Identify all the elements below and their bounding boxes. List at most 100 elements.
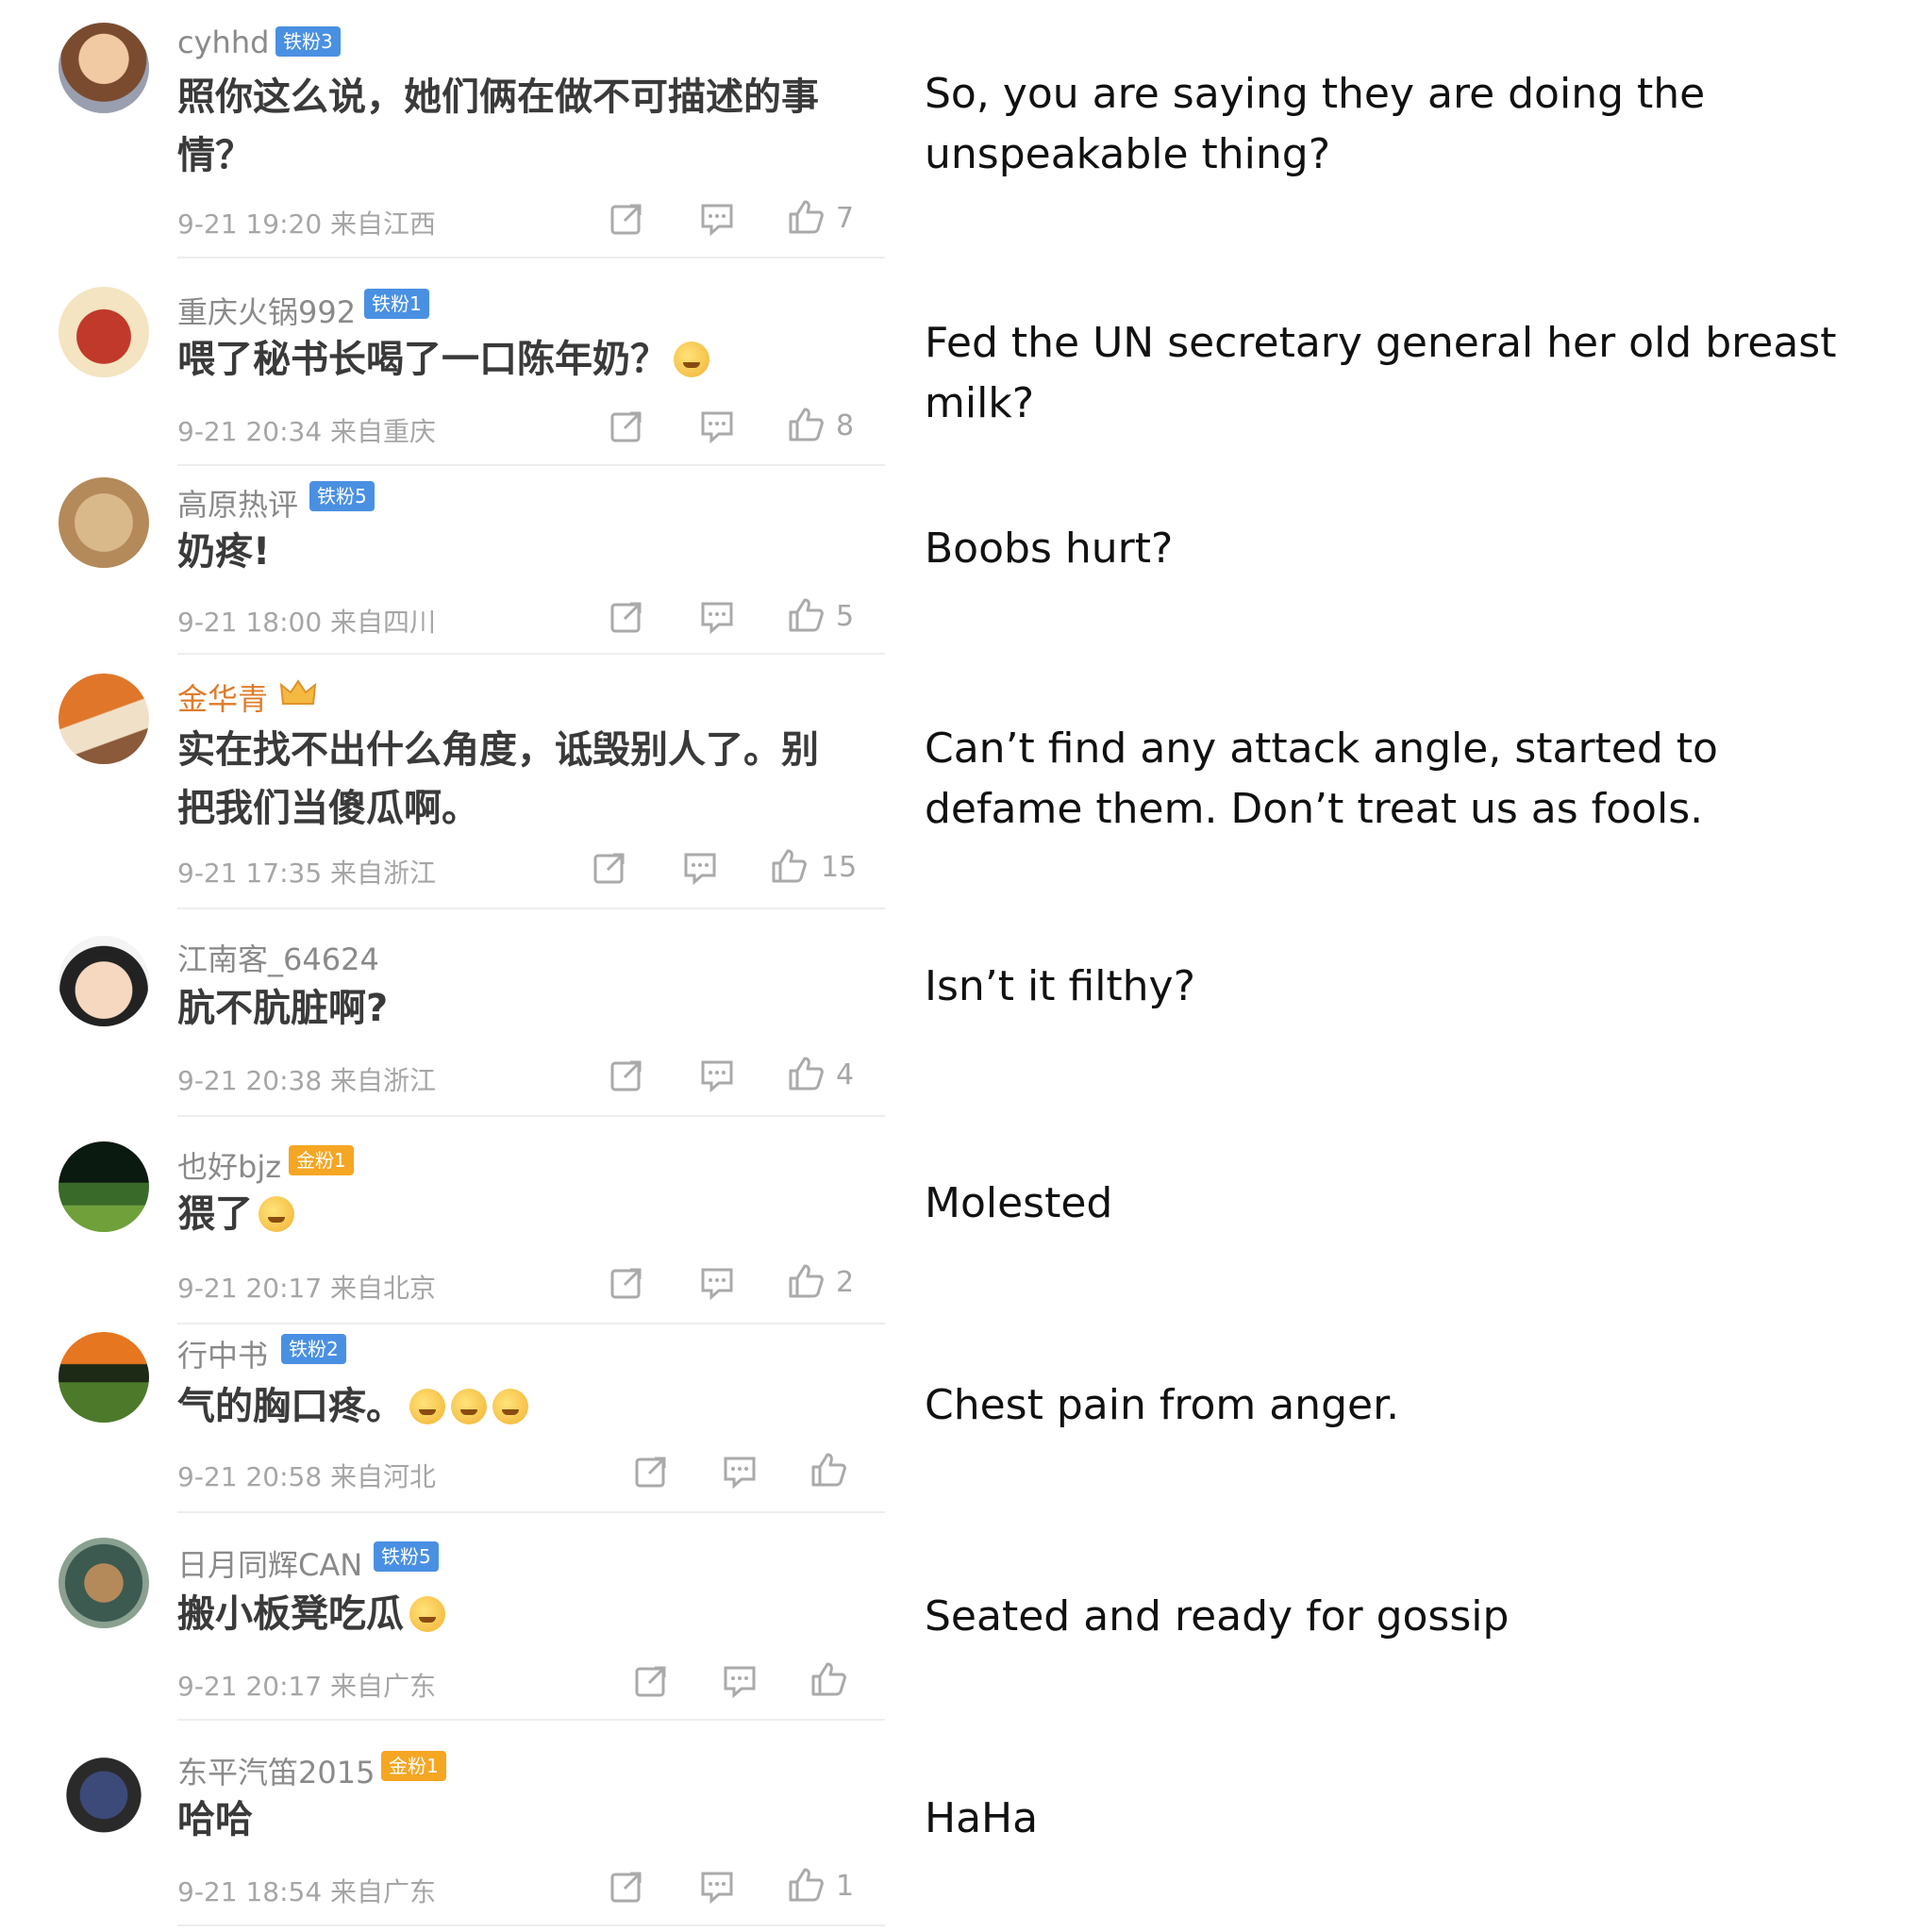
avatar[interactable] [58,674,149,764]
like-count: 8 [836,409,855,442]
share-icon[interactable] [608,200,645,238]
fan-badge: 金粉1 [289,1145,354,1175]
like-count: 2 [836,1266,855,1299]
like-count: 7 [836,202,855,235]
comment-item: 行中书 铁粉2 气的胸口疼。 9-21 20:58 来自河北 Chest pai… [0,1330,1919,1528]
username[interactable]: cyhhd [177,25,269,60]
comment-icon[interactable] [681,849,719,887]
share-icon[interactable] [608,408,645,445]
comment-meta: 9-21 20:58 来自河北 [177,1461,437,1492]
comment-item: 金华青 实在找不出什么角度，诋毁别人了。别把我们当傻瓜啊。 9-21 17:35… [0,660,1919,915]
username[interactable]: 日月同辉CAN [177,1541,362,1585]
comment-item: 江南客_64624 肮不肮脏啊? 9-21 20:38 来自浙江 4 Isn’t… [0,915,1919,1123]
username[interactable]: 江南客_64624 [177,936,379,979]
divider [177,464,885,466]
comment-item: 日月同辉CAN 铁粉5 搬小板凳吃瓜 9-21 20:17 来自广东 Seate… [0,1528,1919,1736]
avatar[interactable] [58,477,149,568]
comment-icon[interactable] [721,1453,759,1491]
comment-meta: 9-21 17:35 来自浙江 [177,858,437,889]
avatar[interactable] [58,1332,149,1423]
crown-icon [279,677,317,709]
share-icon[interactable] [608,1057,645,1094]
comment-meta: 9-21 20:38 来自浙江 [177,1065,437,1096]
comment-meta: 9-21 18:00 来自四川 [177,607,437,638]
thumbs-up-icon[interactable] [770,847,808,885]
avatar[interactable] [58,287,149,377]
divider [177,1719,885,1721]
emoji-icon [409,1389,445,1424]
share-icon[interactable] [608,1264,645,1302]
comment-meta: 9-21 20:17 来自北京 [177,1273,437,1304]
comment-icon[interactable] [721,1662,759,1700]
comment-icon[interactable] [698,200,736,238]
thumbs-up-icon[interactable] [787,1866,825,1904]
divider [177,908,885,909]
comment-text-value: 气的胸口疼。 [177,1385,404,1428]
comment-icon[interactable] [698,1264,736,1302]
like-count: 1 [836,1870,855,1903]
username[interactable]: 行中书 [177,1332,268,1375]
fan-badge: 金粉1 [381,1751,446,1781]
like-count: 15 [821,851,858,884]
username[interactable]: 金华青 [177,675,268,719]
divider [177,1924,885,1926]
avatar[interactable] [58,23,149,113]
comment-meta: 9-21 19:20 来自江西 [177,208,437,240]
comment-text-value: 猥了 [177,1192,253,1236]
avatar[interactable] [58,1141,149,1232]
share-icon[interactable] [632,1662,670,1700]
fan-badge: 铁粉1 [364,289,429,319]
comment-text: 气的胸口疼。 [177,1377,838,1436]
comment-item: 也好bjz 金粉1 猥了 9-21 20:17 来自北京 2 Molested [0,1123,1919,1330]
translation: Seated and ready for gossip [925,1592,1510,1641]
username[interactable]: 重庆火锅992 [177,289,356,332]
translation: Chest pain from anger. [925,1381,1400,1429]
comment-item: 东平汽笛2015 金粉1 哈哈 9-21 18:54 来自广东 1 HaHa [0,1736,1919,1932]
like-count: 5 [836,600,855,633]
username[interactable]: 高原热评 [177,481,298,525]
share-icon[interactable] [591,849,628,887]
comment-text: 哈哈 [177,1798,253,1841]
divider [177,653,885,655]
comment-text: 喂了秘书长喝了一口陈年奶？ [177,330,838,389]
emoji-icon [674,341,709,377]
thumbs-up-icon[interactable] [809,1660,847,1698]
thumbs-up-icon[interactable] [787,198,825,236]
thumbs-up-icon[interactable] [787,1055,825,1092]
comment-icon[interactable] [698,1868,736,1906]
thumbs-up-icon[interactable] [787,406,825,443]
comment-text: 猥了 [177,1185,838,1243]
comment-icon[interactable] [698,598,736,636]
comment-text-value: 搬小板凳吃瓜 [177,1592,404,1636]
divider [177,1511,885,1513]
comment-icon[interactable] [698,408,736,445]
comment-icon[interactable] [698,1057,736,1094]
share-icon[interactable] [632,1453,670,1491]
fan-badge: 铁粉2 [281,1334,346,1364]
username[interactable]: 也好bjz [177,1143,281,1187]
translation: Isn’t it filthy? [925,962,1195,1010]
avatar[interactable] [58,936,149,1026]
avatar[interactable] [58,1745,149,1836]
emoji-icon [492,1389,528,1424]
fan-badge: 铁粉5 [309,481,375,511]
comment-text: 实在找不出什么角度，诋毁别人了。别把我们当傻瓜啊。 [177,728,819,830]
avatar[interactable] [58,1538,149,1628]
thumbs-up-icon[interactable] [787,1262,825,1300]
translation: HaHa [925,1794,1039,1842]
username[interactable]: 东平汽笛2015 [177,1749,375,1792]
comment-text: 肮不肮脏啊? [177,987,389,1030]
thumbs-up-icon[interactable] [809,1451,847,1489]
divider [177,1323,885,1324]
emoji-icon [259,1196,294,1232]
comment-text-value: 喂了秘书长喝了一口陈年奶？ [177,338,668,381]
emoji-icon [409,1596,445,1632]
share-icon[interactable] [608,598,645,636]
fan-badge: 铁粉5 [374,1541,439,1572]
comment-meta: 9-21 20:34 来自重庆 [177,416,437,447]
translation: Molested [925,1179,1113,1227]
divider [177,257,885,258]
share-icon[interactable] [608,1868,645,1906]
fan-badge: 铁粉3 [275,26,341,57]
thumbs-up-icon[interactable] [787,596,825,634]
